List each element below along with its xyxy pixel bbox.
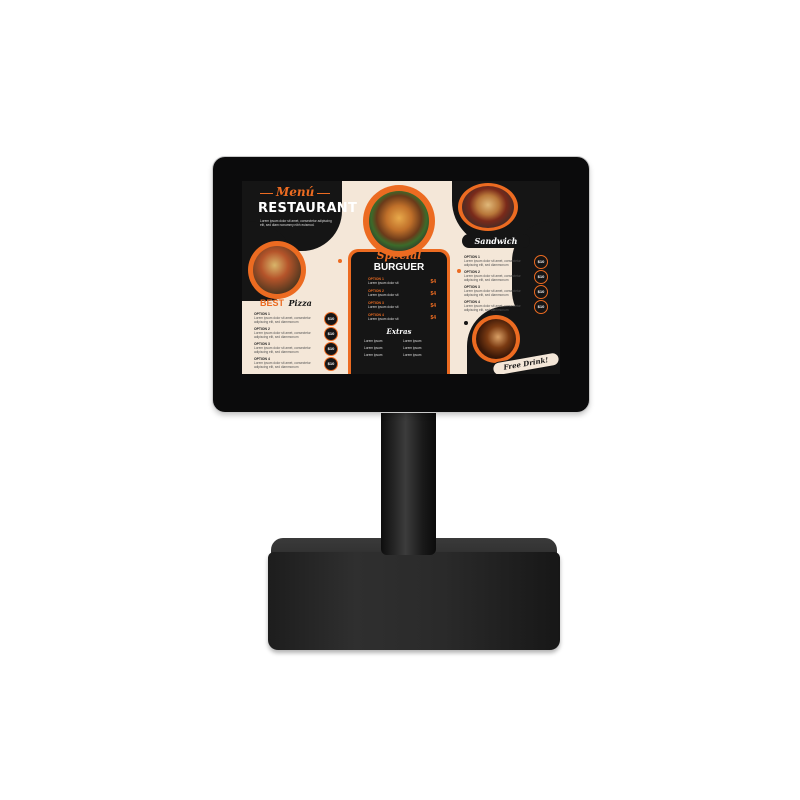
price-badge: $10	[324, 312, 338, 326]
price-tag: $4	[430, 315, 436, 321]
option-desc: Lorem ipsum dolor sit	[368, 317, 399, 321]
price-badge: $10	[534, 255, 548, 269]
extras-list: Lorem ipsum Lorem ipsum Lorem ipsum Lore…	[364, 339, 436, 357]
option-desc: Lorem ipsum dolor sit amet, consectetur …	[254, 316, 311, 324]
list-item: OPTION 4 Lorem ipsum dolor sit amet, con…	[464, 300, 548, 315]
restaurant-title: RESTAURANT	[258, 201, 358, 216]
menu-screen: Menú RESTAURANT Lorem ipsum dolor sit am…	[242, 181, 560, 374]
menu-title: Menú	[276, 185, 315, 199]
burger-photo	[369, 191, 429, 251]
stand-pole	[381, 407, 436, 555]
price-tag: $4	[430, 279, 436, 285]
burguer-label: BURGUER	[373, 262, 425, 273]
list-item: OPTION 2 Lorem ipsum dolor sit amet, con…	[464, 270, 548, 285]
price-tag: $4	[430, 291, 436, 297]
best-pizza-heading: BEST Pizza	[260, 293, 320, 308]
pizza-label: Pizza	[288, 298, 312, 308]
list-item: OPTION 1 Lorem ipsum dolor sit amet, con…	[464, 255, 548, 270]
option-desc: Lorem ipsum dolor sit	[368, 293, 399, 297]
decor-dot	[464, 321, 468, 325]
title-rule-right	[317, 193, 330, 194]
list-item: OPTION 3 Lorem ipsum dolor sit amet, con…	[464, 285, 548, 300]
extra-item: Lorem ipsum	[364, 339, 383, 343]
pizza-options-list: OPTION 1 Lorem ipsum dolor sit amet, con…	[254, 312, 338, 372]
decor-dot	[338, 259, 342, 263]
list-item: OPTION 4 Lorem ipsum dolor sit amet, con…	[254, 357, 338, 372]
price-badge: $10	[534, 285, 548, 299]
option-desc: Lorem ipsum dolor sit amet, consectetur …	[464, 289, 521, 297]
price-badge: $10	[534, 300, 548, 314]
list-item: OPTION 4 Lorem ipsum dolor sit $4	[368, 313, 436, 325]
option-desc: Lorem ipsum dolor sit amet, consectetur …	[464, 304, 521, 312]
extra-item: Lorem ipsum	[364, 346, 383, 350]
option-desc: Lorem ipsum dolor sit amet, consectetur …	[464, 274, 521, 282]
option-desc: Lorem ipsum dolor sit	[368, 281, 399, 285]
title-rule-left	[260, 193, 273, 194]
extra-item: Lorem ipsum	[403, 346, 422, 350]
option-desc: Lorem ipsum dolor sit amet, consectetur …	[464, 259, 521, 267]
sandwich-options-list: OPTION 1 Lorem ipsum dolor sit amet, con…	[464, 255, 548, 315]
price-badge: $10	[324, 327, 338, 341]
option-desc: Lorem ipsum dolor sit	[368, 305, 399, 309]
option-desc: Lorem ipsum dolor sit amet, consectetur …	[254, 361, 311, 369]
stand-base	[268, 552, 560, 650]
drink-photo	[476, 319, 516, 359]
extra-item: Lorem ipsum	[403, 339, 422, 343]
list-item: OPTION 2 Lorem ipsum dolor sit amet, con…	[254, 327, 338, 342]
decor-dot	[457, 269, 461, 273]
pizza-photo	[253, 246, 301, 294]
sandwich-photo	[462, 186, 514, 228]
extras-label: Extras	[386, 327, 412, 336]
list-item: OPTION 1 Lorem ipsum dolor sit $4	[368, 277, 436, 289]
intro-text: Lorem ipsum dolor sit amet, consectetur …	[260, 219, 332, 227]
sandwich-label: Sandwich	[462, 234, 530, 248]
option-desc: Lorem ipsum dolor sit amet, consectetur …	[254, 346, 311, 354]
list-item: OPTION 3 Lorem ipsum dolor sit amet, con…	[254, 342, 338, 357]
price-badge: $10	[324, 342, 338, 356]
price-tag: $4	[430, 303, 436, 309]
extra-item: Lorem ipsum	[364, 353, 383, 357]
list-item: OPTION 3 Lorem ipsum dolor sit $4	[368, 301, 436, 313]
price-badge: $10	[534, 270, 548, 284]
price-badge: $10	[324, 357, 338, 371]
special-label: Special	[376, 249, 422, 262]
option-desc: Lorem ipsum dolor sit amet, consectetur …	[254, 331, 311, 339]
burguer-options-list: OPTION 1 Lorem ipsum dolor sit $4 OPTION…	[368, 277, 436, 325]
list-item: OPTION 1 Lorem ipsum dolor sit amet, con…	[254, 312, 338, 327]
best-label: BEST	[260, 298, 285, 308]
list-item: OPTION 2 Lorem ipsum dolor sit $4	[368, 289, 436, 301]
extra-item: Lorem ipsum	[403, 353, 422, 357]
